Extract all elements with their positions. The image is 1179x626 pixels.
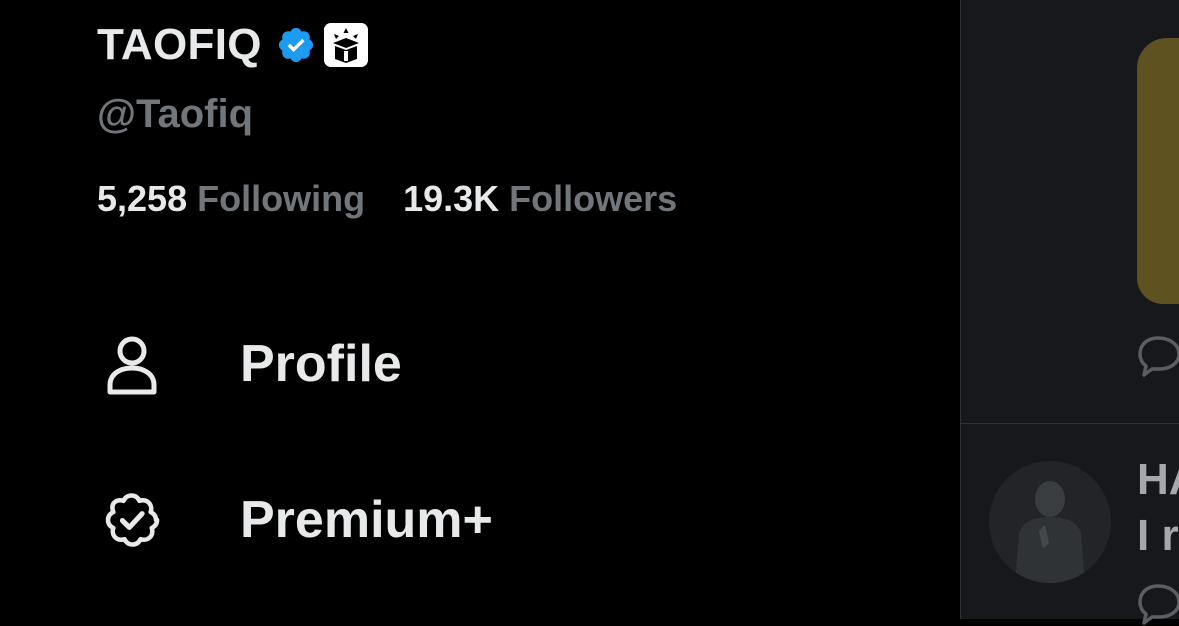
handle[interactable]: @Taofiq <box>97 92 253 137</box>
media-top-mask <box>1137 0 1179 40</box>
post-author-name[interactable]: HA <box>1137 455 1179 505</box>
avatar-person-silhouette-icon <box>989 461 1111 583</box>
verified-badge-icon <box>105 493 160 547</box>
reply-icon[interactable] <box>1138 332 1179 378</box>
timeline-row-divider <box>961 423 1179 424</box>
person-icon <box>107 336 157 395</box>
follow-stats: 5,258 Following 19.3K Followers <box>97 178 677 220</box>
followers-link[interactable]: 19.3K Followers <box>403 178 677 220</box>
profile-name-row: TAOFIQ <box>97 20 368 70</box>
post-text: I re <box>1137 511 1179 560</box>
nav-item-label: Premium+ <box>240 491 493 549</box>
followers-label: Followers <box>509 178 678 219</box>
account-drawer: TAOFIQ @Taofiq 5,258 Following 19.3K Fol… <box>0 0 960 619</box>
post-media-thumbnail[interactable] <box>1137 38 1179 304</box>
affiliate-badge-icon[interactable] <box>323 23 368 67</box>
avatar[interactable] <box>989 461 1111 583</box>
following-link[interactable]: 5,258 Following <box>97 178 365 220</box>
followers-count: 19.3K <box>403 178 500 219</box>
nav-item-profile[interactable]: Profile <box>100 332 402 396</box>
following-count: 5,258 <box>97 178 188 219</box>
nav-item-premium[interactable]: Premium+ <box>100 488 493 552</box>
nav-item-label: Profile <box>240 335 402 393</box>
reply-icon[interactable] <box>1138 580 1179 626</box>
verified-badge-icon[interactable] <box>276 25 316 65</box>
following-label: Following <box>197 178 366 219</box>
display-name[interactable]: TAOFIQ <box>97 20 262 70</box>
